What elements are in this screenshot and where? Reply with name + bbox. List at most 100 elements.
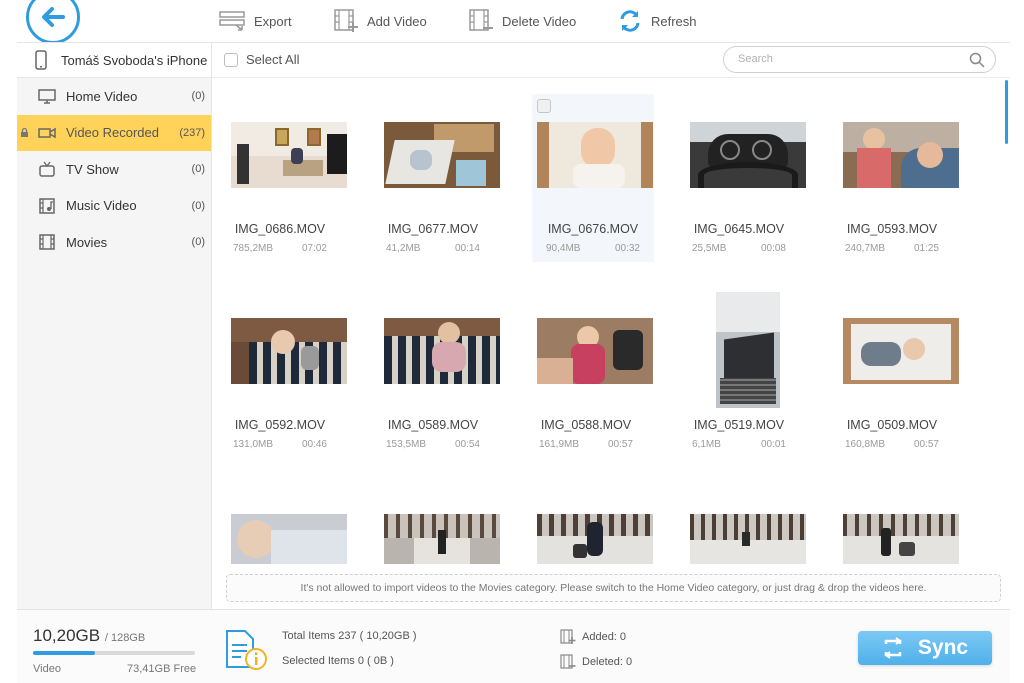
video-size: 25,5MB xyxy=(692,243,727,254)
search-input[interactable] xyxy=(738,53,958,65)
film-icon xyxy=(39,234,55,250)
video-name: IMG_0588.MOV xyxy=(540,418,632,432)
refresh-icon xyxy=(620,10,640,32)
video-name: IMG_0645.MOV xyxy=(693,222,785,236)
deleted-count: Deleted: 0 xyxy=(560,654,632,670)
sidebar-item-movies[interactable]: Movies (0) xyxy=(17,224,211,261)
add-video-icon xyxy=(334,9,358,32)
storage-used-value: 10,20GB xyxy=(33,626,101,645)
back-button[interactable] xyxy=(26,0,80,44)
sync-icon xyxy=(884,637,902,659)
video-grid: IMG_0686.MOV 785,2MB 07:02 IMG_0677.MOV … xyxy=(212,78,1010,609)
sync-label: Sync xyxy=(917,636,969,659)
video-manager-window: Export Add Video Delete Video Refresh To… xyxy=(0,0,1024,683)
refresh-label: Refresh xyxy=(651,13,697,29)
tv-icon xyxy=(39,161,55,177)
sidebar-item-home-video[interactable]: Home Video (0) xyxy=(17,78,211,115)
video-thumbnail xyxy=(843,122,959,188)
video-name: IMG_0592.MOV xyxy=(234,418,326,432)
delete-video-label: Delete Video xyxy=(502,13,577,29)
video-duration: 01:25 xyxy=(913,243,939,254)
video-thumbnail xyxy=(231,514,347,564)
export-button[interactable]: Export xyxy=(218,6,292,36)
video-duration: 00:46 xyxy=(301,439,327,450)
video-tile[interactable]: IMG_0677.MOV 41,2MB 00:14 xyxy=(372,94,500,262)
video-size: 131,0MB xyxy=(233,439,274,450)
device-header[interactable]: Tomáš Svoboda's iPhone xyxy=(17,42,211,78)
video-tile[interactable]: IMG_0686.MOV 785,2MB 07:02 xyxy=(219,94,347,262)
video-duration: 00:32 xyxy=(614,243,640,254)
video-thumbnail xyxy=(537,122,653,188)
scrollbar[interactable] xyxy=(1005,80,1008,144)
video-tile[interactable]: IMG_0593.MOV 240,7MB 01:25 xyxy=(831,94,959,262)
video-thumbnail xyxy=(537,514,653,564)
search-icon[interactable] xyxy=(969,52,985,68)
export-icon xyxy=(219,11,245,31)
video-thumbnail xyxy=(843,318,959,384)
video-duration: 00:57 xyxy=(913,439,939,450)
video-tile[interactable]: IMG_0588.MOV 161,9MB 00:57 xyxy=(525,290,653,458)
category-sidebar: Tomáš Svoboda's iPhone Home Video (0) Vi… xyxy=(17,42,212,609)
video-thumbnail xyxy=(690,514,806,564)
video-duration: 00:14 xyxy=(454,243,480,254)
video-thumbnail xyxy=(690,122,806,188)
video-thumbnail xyxy=(843,514,959,564)
video-duration: 00:54 xyxy=(454,439,480,450)
storage-free: 73,41GB Free xyxy=(127,663,197,675)
storage-type: Video xyxy=(33,663,61,675)
device-name: Tomáš Svoboda's iPhone xyxy=(61,52,208,68)
back-arrow-icon xyxy=(42,7,65,27)
sidebar-item-label: Video Recorded xyxy=(66,125,159,141)
video-tile[interactable]: IMG_0589.MOV 153,5MB 00:54 xyxy=(372,290,500,458)
added-count: Added: 0 xyxy=(560,629,626,645)
sidebar-item-video-recorded[interactable]: Video Recorded (237) xyxy=(17,114,211,151)
sync-button[interactable]: Sync xyxy=(858,631,992,665)
sidebar-item-count: (0) xyxy=(191,163,205,176)
video-thumbnail xyxy=(384,122,500,188)
delete-video-button[interactable]: Delete Video xyxy=(468,6,576,36)
storage-bar xyxy=(33,651,195,655)
select-all-checkbox[interactable]: Select All xyxy=(224,52,299,67)
video-name: IMG_0593.MOV xyxy=(846,222,938,236)
deleted-label: Deleted: 0 xyxy=(582,656,633,668)
video-duration: 00:01 xyxy=(760,439,786,450)
sidebar-item-label: Movies xyxy=(66,234,108,250)
sidebar-item-tv-show[interactable]: TV Show (0) xyxy=(17,151,211,188)
video-size: 41,2MB xyxy=(386,243,421,254)
storage-total: / 128GB xyxy=(104,632,146,644)
video-tile[interactable]: IMG_0519.MOV 6,1MB 00:01 xyxy=(678,290,800,458)
video-name: IMG_0677.MOV xyxy=(387,222,479,236)
list-header: Select All xyxy=(212,42,1010,78)
video-size: 153,5MB xyxy=(386,439,427,450)
video-tile[interactable]: IMG_0592.MOV 131,0MB 00:46 xyxy=(219,290,347,458)
total-items: Total Items 237 ( 10,20GB ) xyxy=(282,630,417,642)
sidebar-item-label: Home Video xyxy=(66,88,138,104)
lock-icon xyxy=(21,127,28,137)
delete-video-icon xyxy=(469,9,493,31)
refresh-button[interactable]: Refresh xyxy=(617,6,697,36)
video-name: IMG_0589.MOV xyxy=(387,418,479,432)
video-thumbnail xyxy=(537,318,653,384)
video-size: 785,2MB xyxy=(233,243,274,254)
phone-icon xyxy=(35,50,47,70)
export-label: Export xyxy=(254,13,292,29)
music-video-icon xyxy=(39,198,55,214)
video-thumbnail xyxy=(384,514,500,564)
add-video-button[interactable]: Add Video xyxy=(333,6,427,36)
file-info-icon xyxy=(226,630,267,670)
search-box[interactable] xyxy=(723,46,996,73)
sidebar-item-count: (0) xyxy=(191,90,205,103)
video-tile-selected[interactable]: IMG_0676.MOV 90,4MB 00:32 xyxy=(532,94,654,262)
video-checkbox[interactable] xyxy=(537,99,551,113)
storage-used: 10,20GB / 128GB xyxy=(33,626,145,646)
sidebar-item-music-video[interactable]: Music Video (0) xyxy=(17,188,211,225)
video-tile[interactable]: IMG_0645.MOV 25,5MB 00:08 xyxy=(678,94,806,262)
video-size: 240,7MB xyxy=(845,243,886,254)
video-name: IMG_0686.MOV xyxy=(234,222,326,236)
sidebar-item-label: Music Video xyxy=(66,198,137,214)
video-size: 160,8MB xyxy=(845,439,886,450)
video-tile[interactable]: IMG_0509.MOV 160,8MB 00:57 xyxy=(831,290,959,458)
video-name: IMG_0509.MOV xyxy=(846,418,938,432)
checkbox[interactable] xyxy=(224,52,238,67)
sidebar-item-label: TV Show xyxy=(66,161,119,177)
